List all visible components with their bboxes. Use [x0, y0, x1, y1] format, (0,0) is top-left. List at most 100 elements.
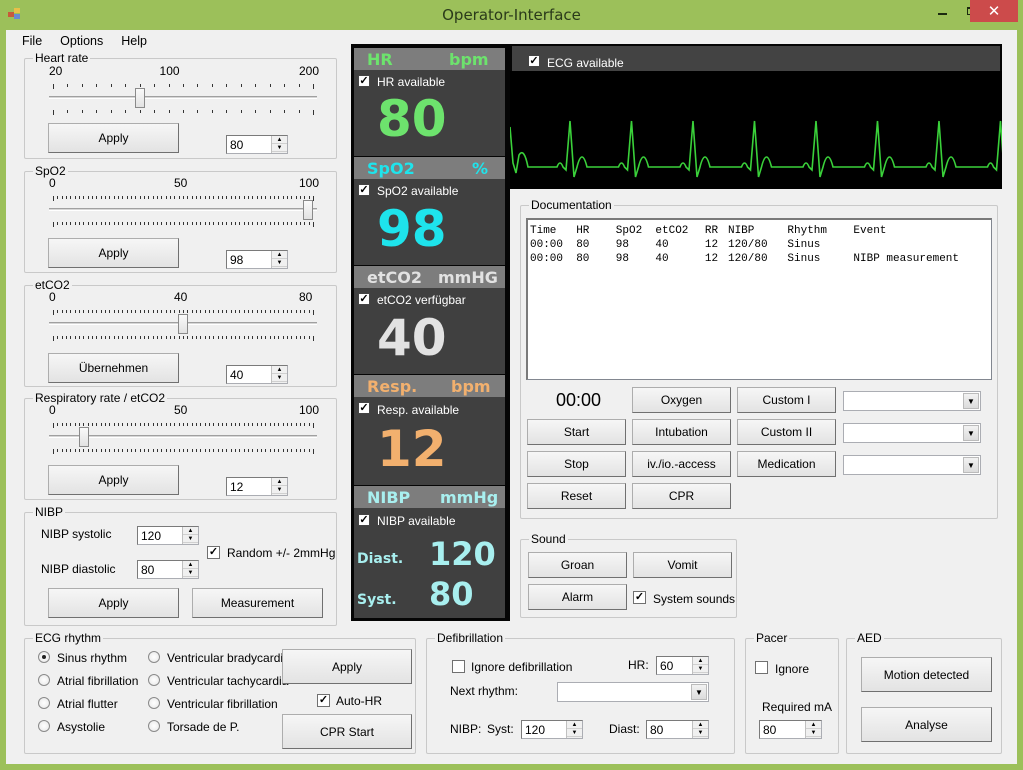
cpr-button[interactable]: CPR — [632, 483, 731, 509]
slider-tick — [226, 84, 228, 87]
nibp-available-checkbox[interactable]: ✓ — [358, 514, 370, 526]
spin-down-icon[interactable]: ▼ — [272, 486, 287, 494]
heart-rate-spinner[interactable]: 80 ▲ ▼ — [226, 135, 288, 154]
radio-atrial-fibrillation[interactable] — [38, 674, 50, 686]
spin-up-icon[interactable]: ▲ — [183, 561, 198, 569]
slider-tick — [161, 423, 163, 426]
motion-detected-button[interactable]: Motion detected — [861, 657, 992, 692]
oxygen-button[interactable]: Oxygen — [632, 387, 731, 413]
spin-up-icon[interactable]: ▲ — [272, 136, 287, 144]
spo2-slider[interactable]: 0 50 100 — [45, 176, 321, 232]
chevron-down-icon[interactable]: ▼ — [963, 425, 979, 441]
spin-up-icon[interactable]: ▲ — [272, 366, 287, 374]
spo2-available-checkbox[interactable]: ✓ — [358, 184, 370, 196]
radio-ventricular-fibrillation[interactable] — [148, 697, 160, 709]
groan-button[interactable]: Groan — [528, 552, 627, 578]
spin-down-icon[interactable]: ▼ — [693, 729, 708, 737]
slider-tick — [204, 449, 206, 452]
radio-torsade[interactable] — [148, 720, 160, 732]
auto-hr-checkbox[interactable]: ✓ — [317, 694, 330, 707]
nibp-apply-button[interactable]: Apply — [48, 588, 179, 618]
radio-sinus-rhythm[interactable] — [38, 651, 50, 663]
radio-asystolie[interactable] — [38, 720, 50, 732]
spin-up-icon[interactable]: ▲ — [272, 251, 287, 259]
spin-up-icon[interactable]: ▲ — [806, 721, 821, 729]
vomit-button[interactable]: Vomit — [633, 552, 732, 578]
slider-thumb[interactable] — [134, 88, 145, 108]
spin-up-icon[interactable]: ▲ — [183, 527, 198, 535]
start-button[interactable]: Start — [527, 419, 626, 445]
documentation-log[interactable]: Time HR SpO2 etCO2 RR NIBP Rhythm Event 00:00 80 9… — [526, 218, 992, 380]
spin-down-icon[interactable]: ▼ — [272, 144, 287, 152]
spin-down-icon[interactable]: ▼ — [272, 374, 287, 382]
slider-thumb[interactable] — [79, 427, 90, 447]
spo2-spinner[interactable]: 98 ▲ ▼ — [226, 250, 288, 269]
spin-up-icon[interactable]: ▲ — [567, 721, 582, 729]
next-rhythm-select[interactable]: ▼ — [557, 682, 709, 702]
spin-up-icon[interactable]: ▲ — [693, 657, 708, 665]
defib-hr-spinner[interactable]: 60 ▲ ▼ — [656, 656, 709, 675]
heart-rate-slider[interactable]: 20 100 200 — [45, 64, 321, 120]
cpr-start-button[interactable]: CPR Start — [282, 714, 412, 749]
custom1-select[interactable]: ▼ — [843, 391, 981, 411]
minimize-button[interactable] — [927, 0, 957, 22]
spin-down-icon[interactable]: ▼ — [183, 535, 198, 543]
slider-thumb[interactable] — [302, 200, 313, 220]
spin-up-icon[interactable]: ▲ — [272, 478, 287, 486]
resp-spinner[interactable]: 12 ▲ ▼ — [226, 477, 288, 496]
etco2-slider[interactable]: 0 40 80 — [45, 290, 321, 346]
iv-access-button[interactable]: iv./io.-access — [632, 451, 731, 477]
sound-label: Sound — [529, 532, 568, 546]
resp-apply-button[interactable]: Apply — [48, 465, 179, 495]
stop-button[interactable]: Stop — [527, 451, 626, 477]
medication-button[interactable]: Medication — [737, 451, 836, 477]
random-checkbox[interactable]: ✓ — [207, 546, 220, 559]
etco2-available-checkbox[interactable]: ✓ — [358, 293, 370, 305]
radio-ventricular-tachycardia[interactable] — [148, 674, 160, 686]
reset-button[interactable]: Reset — [527, 483, 626, 509]
radio-ventricular-bradycardia[interactable] — [148, 651, 160, 663]
slider-thumb[interactable] — [178, 314, 188, 334]
spin-down-icon[interactable]: ▼ — [806, 729, 821, 737]
intubation-button[interactable]: Intubation — [632, 419, 731, 445]
etco2-apply-button[interactable]: Übernehmen — [48, 353, 179, 383]
spin-down-icon[interactable]: ▼ — [272, 259, 287, 267]
custom1-button[interactable]: Custom I — [737, 387, 836, 413]
defib-syst-spinner[interactable]: 120 ▲ ▼ — [521, 720, 583, 739]
close-button[interactable]: ✕ — [970, 0, 1018, 22]
nibp-diastolic-spinner[interactable]: 80 ▲ ▼ — [137, 560, 199, 579]
spin-down-icon[interactable]: ▼ — [183, 569, 198, 577]
pacer-ignore-checkbox[interactable] — [755, 661, 768, 674]
etco2-spinner[interactable]: 40 ▲ ▼ — [226, 365, 288, 384]
nibp-systolic-spinner[interactable]: 120 ▲ ▼ — [137, 526, 199, 545]
heart-rate-apply-button[interactable]: Apply — [48, 123, 179, 153]
ecg-available-checkbox[interactable]: ✓ — [528, 55, 540, 67]
menu-file[interactable]: File — [16, 34, 48, 48]
analyse-button[interactable]: Analyse — [861, 707, 992, 742]
chevron-down-icon[interactable]: ▼ — [963, 393, 979, 409]
custom2-button[interactable]: Custom II — [737, 419, 836, 445]
radio-atrial-flutter[interactable] — [38, 697, 50, 709]
spin-down-icon[interactable]: ▼ — [693, 665, 708, 673]
resp-slider[interactable]: 0 50 100 — [45, 403, 321, 459]
spo2-apply-button[interactable]: Apply — [48, 238, 179, 268]
resp-available-checkbox[interactable]: ✓ — [358, 402, 370, 414]
defib-diast-spinner[interactable]: 80 ▲ ▼ — [646, 720, 709, 739]
system-sounds-checkbox[interactable]: ✓ — [633, 591, 646, 604]
menu-help[interactable]: Help — [115, 34, 153, 48]
chevron-down-icon[interactable]: ▼ — [963, 457, 979, 473]
medication-select[interactable]: ▼ — [843, 455, 981, 475]
slider-tick — [157, 423, 158, 426]
alarm-button[interactable]: Alarm — [528, 584, 627, 610]
menu-options[interactable]: Options — [54, 34, 109, 48]
ecg-rhythm-apply-button[interactable]: Apply — [282, 649, 412, 684]
required-ma-spinner[interactable]: 80 ▲ ▼ — [759, 720, 822, 739]
custom2-select[interactable]: ▼ — [843, 423, 981, 443]
slider-tick — [256, 310, 258, 313]
ignore-defib-checkbox[interactable] — [452, 660, 465, 673]
chevron-down-icon[interactable]: ▼ — [691, 684, 707, 700]
spin-up-icon[interactable]: ▲ — [693, 721, 708, 729]
hr-available-checkbox[interactable]: ✓ — [358, 75, 370, 87]
nibp-measurement-button[interactable]: Measurement — [192, 588, 323, 618]
spin-down-icon[interactable]: ▼ — [567, 729, 582, 737]
